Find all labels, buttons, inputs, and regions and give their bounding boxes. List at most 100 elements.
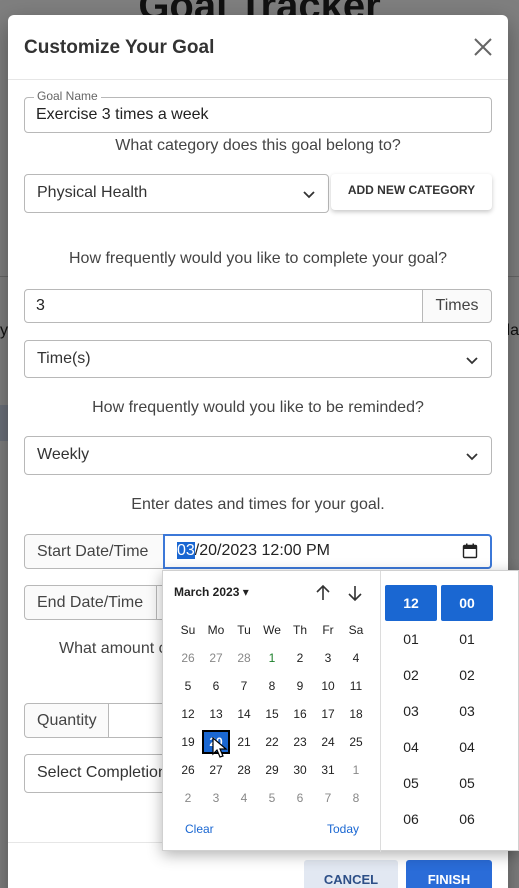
goal-name-field[interactable]: Goal Name Exercise 3 times a week — [24, 89, 492, 133]
calendar-day[interactable]: 27 — [202, 646, 230, 670]
hour-option[interactable]: 06 — [385, 801, 437, 837]
mouse-pointer-icon — [212, 737, 228, 758]
minute-option[interactable]: 06 — [441, 801, 493, 837]
calendar-day[interactable]: 7 — [314, 786, 342, 810]
minute-selected[interactable]: 00 — [441, 585, 493, 621]
finish-button[interactable]: FINISH — [406, 860, 492, 888]
clear-button[interactable]: Clear — [185, 822, 214, 836]
calendar-day[interactable]: 6 — [286, 786, 314, 810]
calendar-day[interactable]: 4 — [230, 786, 258, 810]
calendar-day[interactable]: 26 — [174, 646, 202, 670]
calendar-day[interactable]: 19 — [174, 730, 202, 754]
calendar-week: 19 20 21 22 23 24 25 — [174, 730, 370, 754]
calendar-day[interactable]: 11 — [342, 674, 370, 698]
calendar-day[interactable]: 4 — [342, 646, 370, 670]
calendar-day[interactable]: 23 — [286, 730, 314, 754]
calendar-day[interactable]: 16 — [286, 702, 314, 726]
calendar-day[interactable]: 7 — [230, 674, 258, 698]
today-button[interactable]: Today — [327, 822, 359, 836]
calendar-day[interactable]: 1 — [342, 758, 370, 782]
start-date-month-segment[interactable]: 03 — [177, 542, 195, 559]
frequency-unit-select[interactable]: Time(s) — [24, 340, 492, 378]
calendar-day[interactable]: 1 — [258, 646, 286, 670]
calendar-week: 5 6 7 8 9 10 11 — [174, 674, 370, 698]
reminder-prompt: How frequently would you like to be remi… — [92, 399, 424, 416]
hour-option[interactable]: 02 — [385, 657, 437, 693]
calendar-day[interactable]: 3 — [314, 646, 342, 670]
goal-name-value: Exercise 3 times a week — [36, 106, 209, 123]
dialog-header: Customize Your Goal — [8, 15, 508, 80]
dialog-title: Customize Your Goal — [24, 37, 215, 58]
minute-option[interactable]: 04 — [441, 729, 493, 765]
hour-selected[interactable]: 12 — [385, 585, 437, 621]
weekday-label: Mo — [207, 623, 225, 637]
calendar-day[interactable]: 2 — [286, 646, 314, 670]
calendar-day[interactable]: 18 — [342, 702, 370, 726]
weekday-label: Tu — [237, 623, 251, 637]
category-select[interactable]: Physical Health — [24, 174, 329, 213]
calendar-day[interactable]: 26 — [174, 758, 202, 782]
calendar-day[interactable]: 5 — [174, 674, 202, 698]
calendar-day[interactable]: 15 — [258, 702, 286, 726]
minute-option[interactable]: 01 — [441, 621, 493, 657]
reminder-select-value: Weekly — [37, 446, 90, 463]
calendar-day[interactable]: 28 — [230, 758, 258, 782]
calendar-week: 2 3 4 5 6 7 8 — [174, 786, 370, 810]
calendar-day[interactable]: 29 — [258, 758, 286, 782]
calendar-day[interactable]: 28 — [230, 646, 258, 670]
frequency-input[interactable]: 3 — [24, 289, 423, 323]
calendar-week: 12 13 14 15 16 17 18 — [174, 702, 370, 726]
hour-option[interactable]: 05 — [385, 765, 437, 801]
minute-option[interactable]: 05 — [441, 765, 493, 801]
calendar-day[interactable]: 22 — [258, 730, 286, 754]
frequency-input-value: 3 — [36, 297, 45, 314]
calendar-day[interactable]: 3 — [202, 786, 230, 810]
calendar-day[interactable]: 2 — [174, 786, 202, 810]
calendar-day[interactable]: 30 — [286, 758, 314, 782]
hour-option[interactable]: 01 — [385, 621, 437, 657]
calendar-icon[interactable] — [462, 543, 478, 559]
weekday-label: Sa — [348, 623, 364, 637]
calendar-day[interactable]: 27 — [202, 758, 230, 782]
weekday-label: Th — [292, 623, 307, 637]
minute-option[interactable]: 03 — [441, 693, 493, 729]
calendar-week: 26 27 28 29 30 31 1 — [174, 758, 370, 782]
calendar-day[interactable]: 31 — [314, 758, 342, 782]
calendar-day[interactable]: 17 — [314, 702, 342, 726]
goal-name-label: Goal Name — [34, 89, 101, 103]
chevron-down-icon — [466, 357, 478, 365]
close-icon[interactable] — [472, 36, 494, 58]
calendar-day[interactable]: 14 — [230, 702, 258, 726]
date-picker-popup: March 2023 ▾ Su Mo Tu We Th Fr Sa 26 27 … — [162, 570, 519, 852]
arrow-up-icon[interactable] — [314, 584, 332, 602]
completion-select[interactable]: Select Completion — [24, 754, 176, 793]
frequency-times-addon: Times — [422, 289, 492, 323]
cancel-button[interactable]: CANCEL — [304, 860, 398, 888]
start-date-label: Start Date/Time — [37, 543, 149, 560]
calendar-day[interactable]: 24 — [314, 730, 342, 754]
calendar-day[interactable]: 9 — [286, 674, 314, 698]
calendar-day[interactable]: 8 — [258, 674, 286, 698]
category-prompt: What category does this goal belong to? — [115, 137, 401, 154]
reminder-select[interactable]: Weekly — [24, 436, 492, 475]
hour-option[interactable]: 04 — [385, 729, 437, 765]
add-new-category-button[interactable]: ADD NEW CATEGORY — [331, 174, 492, 210]
calendar-day[interactable]: 10 — [314, 674, 342, 698]
minute-option[interactable]: 02 — [441, 657, 493, 693]
arrow-down-icon[interactable] — [346, 584, 364, 602]
calendar-day[interactable]: 6 — [202, 674, 230, 698]
completion-select-value: Select Completion — [37, 764, 167, 781]
calendar-day[interactable]: 21 — [230, 730, 258, 754]
month-year-dropdown[interactable]: March 2023 ▾ — [174, 585, 249, 599]
calendar-day[interactable]: 13 — [202, 702, 230, 726]
end-date-label: End Date/Time — [37, 594, 144, 611]
weekday-label: Fr — [322, 623, 334, 637]
hour-option[interactable]: 03 — [385, 693, 437, 729]
start-date-input[interactable]: 03/20/2023 12:00 PM — [163, 534, 492, 569]
calendar-day[interactable]: 5 — [258, 786, 286, 810]
calendar-day[interactable]: 8 — [342, 786, 370, 810]
weekday-label: Su — [180, 623, 196, 637]
calendar-day[interactable]: 12 — [174, 702, 202, 726]
calendar-day[interactable]: 25 — [342, 730, 370, 754]
start-date-rest: /20/2023 12:00 PM — [194, 542, 331, 559]
